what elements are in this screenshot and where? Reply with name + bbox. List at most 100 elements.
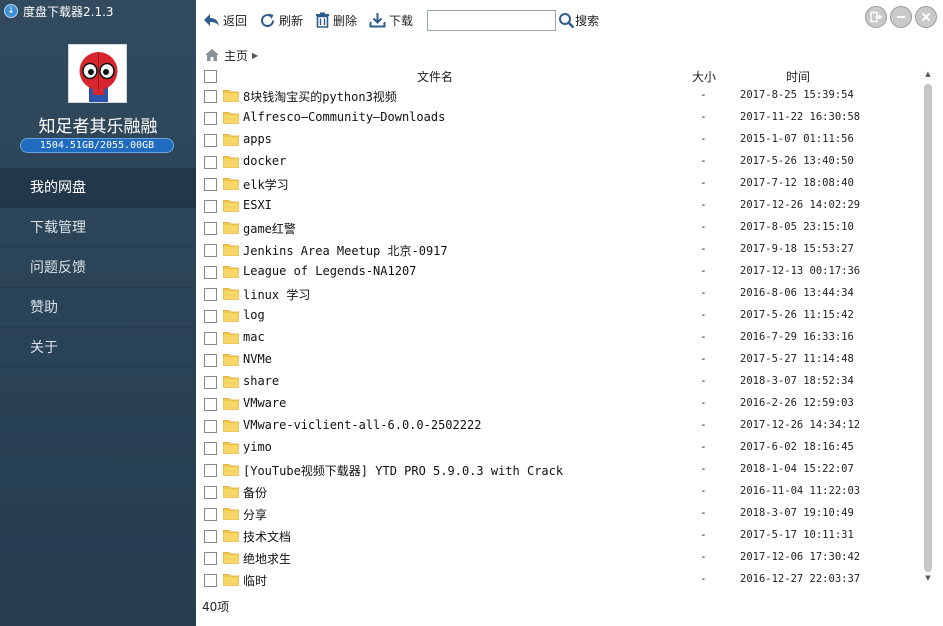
table-row[interactable]: 8块钱淘宝买的python3视频 - 2017-8-25 15:39:54 [196, 85, 923, 107]
search-button[interactable]: 搜索 [558, 12, 599, 29]
minimize-button[interactable] [890, 6, 912, 28]
header-name[interactable]: 文件名 [417, 68, 453, 85]
table-row[interactable]: docker - 2017-5-26 13:40:50 [196, 151, 923, 173]
scroll-up-arrow-icon[interactable]: ▲ [923, 70, 933, 80]
table-row[interactable]: apps - 2015-1-07 01:11:56 [196, 129, 923, 151]
refresh-button[interactable]: 刷新 [259, 12, 303, 29]
refresh-label: 刷新 [279, 13, 304, 28]
row-checkbox[interactable] [204, 112, 217, 125]
table-row[interactable]: 临时 - 2016-12-27 22:03:37 [196, 569, 923, 591]
row-checkbox[interactable] [204, 530, 217, 543]
row-checkbox[interactable] [204, 244, 217, 257]
chevron-right-icon: ▶ [252, 50, 259, 60]
row-checkbox[interactable] [204, 354, 217, 367]
sidebar-item-about[interactable]: 关于 [0, 328, 196, 368]
table-row[interactable]: League of Legends-NA1207 - 2017-12-13 00… [196, 261, 923, 283]
file-size: - [700, 154, 707, 167]
table-row[interactable]: yimo - 2017-6-02 18:16:45 [196, 437, 923, 459]
table-row[interactable]: [YouTube视频下载器] YTD PRO 5.9.0.3 with Crac… [196, 459, 923, 481]
row-checkbox[interactable] [204, 222, 217, 235]
row-checkbox[interactable] [204, 156, 217, 169]
table-row[interactable]: 备份 - 2016-11-04 11:22:03 [196, 481, 923, 503]
table-row[interactable]: ESXI - 2017-12-26 14:02:29 [196, 195, 923, 217]
row-checkbox[interactable] [204, 552, 217, 565]
row-checkbox[interactable] [204, 90, 217, 103]
back-button[interactable]: 返回 [202, 12, 247, 29]
row-checkbox[interactable] [204, 486, 217, 499]
row-checkbox[interactable] [204, 200, 217, 213]
table-row[interactable]: mac - 2016-7-29 16:33:16 [196, 327, 923, 349]
header-time[interactable]: 时间 [786, 68, 810, 85]
download-app-icon: ↓ [4, 4, 18, 18]
table-row[interactable]: VMware-viclient-all-6.0.0-2502222 - 2017… [196, 415, 923, 437]
row-checkbox[interactable] [204, 178, 217, 191]
row-checkbox[interactable] [204, 442, 217, 455]
table-row[interactable]: Jenkins Area Meetup 北京-0917 - 2017-9-18 … [196, 239, 923, 261]
delete-label: 删除 [333, 13, 358, 28]
file-name: ESXI [243, 198, 272, 212]
file-time: 2017-8-25 15:39:54 [740, 89, 854, 101]
folder-icon [223, 266, 239, 278]
file-name: 备份 [243, 486, 268, 500]
file-time: 2017-12-26 14:02:29 [740, 199, 861, 211]
delete-button[interactable]: 删除 [315, 12, 357, 29]
header-size[interactable]: 大小 [692, 68, 716, 85]
row-checkbox[interactable] [204, 508, 217, 521]
file-name: NVMe [243, 352, 272, 366]
trash-icon [316, 12, 330, 28]
row-checkbox[interactable] [204, 574, 217, 587]
table-row[interactable]: 分享 - 2018-3-07 19:10:49 [196, 503, 923, 525]
window-controls [862, 6, 937, 28]
sidebar-item-download-manager[interactable]: 下载管理 [0, 208, 196, 248]
table-row[interactable]: VMware - 2016-2-26 12:59:03 [196, 393, 923, 415]
table-row[interactable]: 绝地求生 - 2017-12-06 17:30:42 [196, 547, 923, 569]
file-size: - [700, 132, 707, 145]
file-size: - [700, 198, 707, 211]
table-row[interactable]: linux 学习 - 2016-8-06 13:44:34 [196, 283, 923, 305]
table-row[interactable]: elk学习 - 2017-7-12 18:08:40 [196, 173, 923, 195]
scroll-thumb[interactable] [924, 84, 932, 572]
file-time: 2017-5-27 11:14:48 [740, 353, 854, 365]
close-button[interactable] [915, 6, 937, 28]
row-checkbox[interactable] [204, 420, 217, 433]
file-time: 2017-12-26 14:34:12 [740, 419, 861, 431]
row-checkbox[interactable] [204, 398, 217, 411]
file-list: 8块钱淘宝买的python3视频 - 2017-8-25 15:39:54 Al… [196, 85, 923, 591]
row-checkbox[interactable] [204, 332, 217, 345]
logout-button[interactable] [865, 6, 887, 28]
table-row[interactable]: log - 2017-5-26 11:15:42 [196, 305, 923, 327]
file-time: 2017-9-18 15:53:27 [740, 243, 854, 255]
file-size: - [700, 88, 707, 101]
file-time: 2018-3-07 18:52:34 [740, 375, 854, 387]
select-all-checkbox[interactable] [204, 70, 217, 83]
row-checkbox[interactable] [204, 266, 217, 279]
file-name: VMware-viclient-all-6.0.0-2502222 [243, 418, 482, 432]
folder-icon [223, 552, 239, 564]
download-button[interactable]: 下载 [369, 12, 413, 29]
sidebar-item-feedback[interactable]: 问题反馈 [0, 248, 196, 288]
file-size: - [700, 484, 707, 497]
sidebar-item-sponsor[interactable]: 赞助 [0, 288, 196, 328]
table-row[interactable]: 技术文档 - 2017-5-17 10:11:31 [196, 525, 923, 547]
scrollbar[interactable]: ▲ ▼ [923, 70, 933, 584]
scroll-down-arrow-icon[interactable]: ▼ [923, 574, 933, 584]
row-checkbox[interactable] [204, 288, 217, 301]
file-name: linux 学习 [243, 288, 311, 302]
search-input[interactable] [427, 9, 557, 31]
table-row[interactable]: share - 2018-3-07 18:52:34 [196, 371, 923, 393]
table-row[interactable]: NVMe - 2017-5-27 11:14:48 [196, 349, 923, 371]
sidebar-item-my-disk[interactable]: 我的网盘 [0, 168, 196, 208]
row-checkbox[interactable] [204, 134, 217, 147]
table-row[interactable]: Alfresco—Community—Downloads - 2017-11-2… [196, 107, 923, 129]
row-checkbox[interactable] [204, 376, 217, 389]
search-label: 搜索 [575, 13, 600, 28]
folder-icon [223, 332, 239, 344]
row-checkbox[interactable] [204, 464, 217, 477]
folder-icon [223, 112, 239, 124]
file-name: League of Legends-NA1207 [243, 264, 417, 278]
avatar[interactable] [68, 44, 127, 103]
breadcrumb-home[interactable]: 主页 [224, 47, 248, 64]
row-checkbox[interactable] [204, 310, 217, 323]
file-name: share [243, 374, 280, 388]
table-row[interactable]: game红警 - 2017-8-05 23:15:10 [196, 217, 923, 239]
